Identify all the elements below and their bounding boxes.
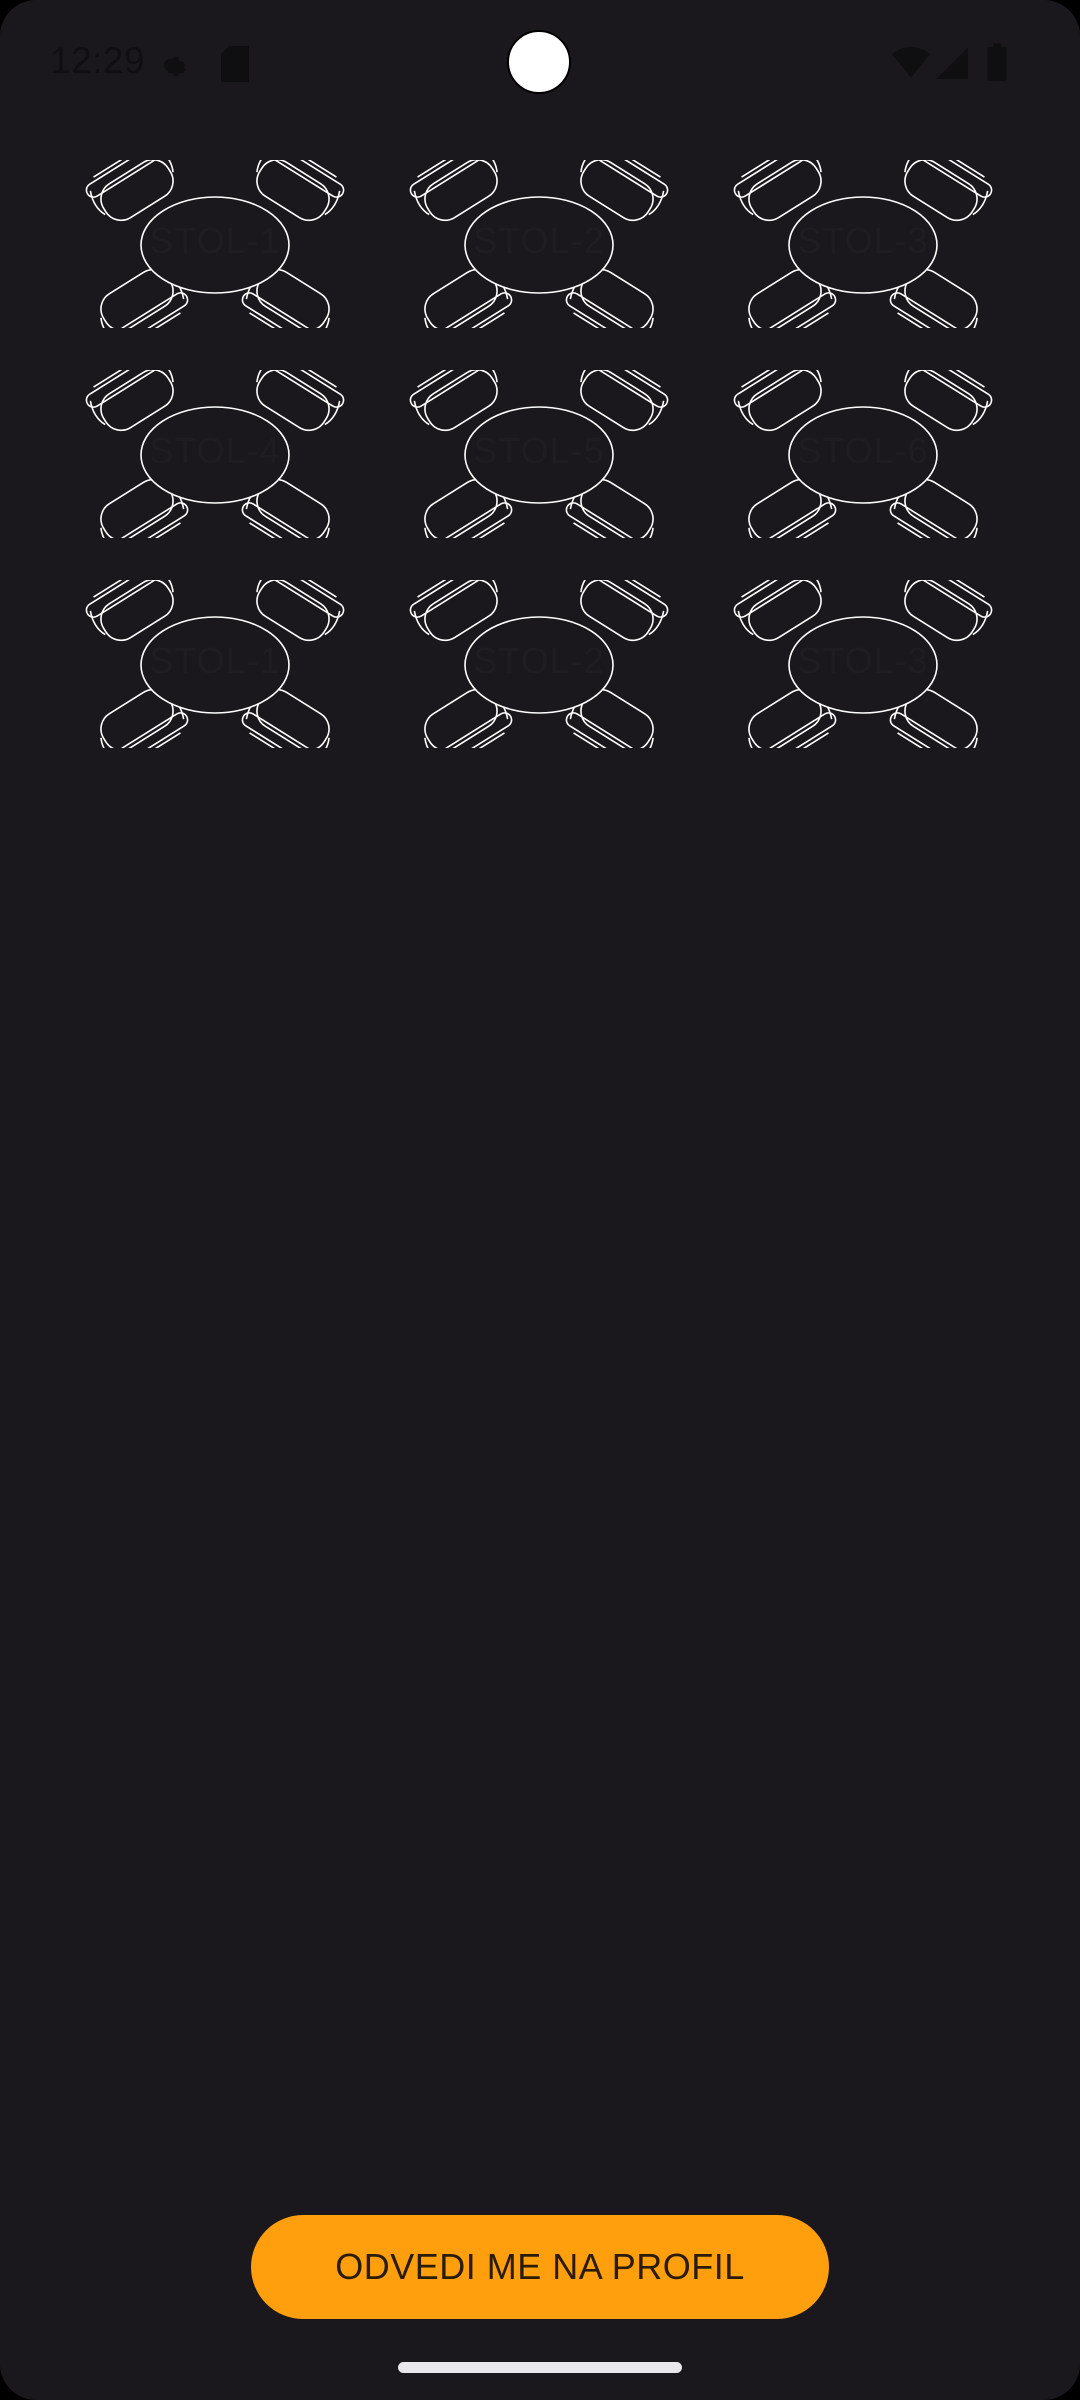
tables-grid: STOL-1 STOL-2 STOL-3 STOL-4 STOL-5 STOL-… (85, 160, 1000, 748)
table-label: STOL-4 (149, 430, 281, 471)
table-stol-5[interactable]: STOL-5 (409, 370, 669, 538)
table-label: STOL-1 (149, 640, 281, 681)
home-indicator[interactable] (398, 2362, 682, 2373)
settings-gear-icon (157, 46, 195, 89)
table-label: STOL-3 (797, 220, 929, 261)
table-stol-2[interactable]: STOL-2 (409, 160, 669, 328)
status-bar: 12:29 (0, 0, 1080, 130)
sd-card-icon (221, 46, 249, 87)
go-to-profile-button[interactable]: ODVEDI ME NA PROFIL (251, 2215, 829, 2319)
table-label: STOL-2 (473, 640, 605, 681)
table-label: STOL-3 (797, 640, 929, 681)
table-stol-2-row3[interactable]: STOL-2 (409, 580, 669, 748)
screen: 12:29 STOL-1 STOL-2 STOL-3 STOL-4 STOL-5… (0, 0, 1080, 2400)
wifi-icon (892, 46, 930, 83)
battery-icon (987, 43, 1007, 86)
table-stol-3-row3[interactable]: STOL-3 (733, 580, 993, 748)
table-stol-1-row3[interactable]: STOL-1 (85, 580, 345, 748)
front-camera (507, 30, 571, 94)
table-label: STOL-2 (473, 220, 605, 261)
table-stol-1[interactable]: STOL-1 (85, 160, 345, 328)
table-label: STOL-6 (797, 430, 929, 471)
status-time: 12:29 (50, 40, 146, 81)
signal-icon (936, 46, 968, 85)
table-stol-4[interactable]: STOL-4 (85, 370, 345, 538)
table-stol-6[interactable]: STOL-6 (733, 370, 993, 538)
table-label: STOL-5 (473, 430, 605, 471)
table-stol-3[interactable]: STOL-3 (733, 160, 993, 328)
table-label: STOL-1 (149, 220, 281, 261)
